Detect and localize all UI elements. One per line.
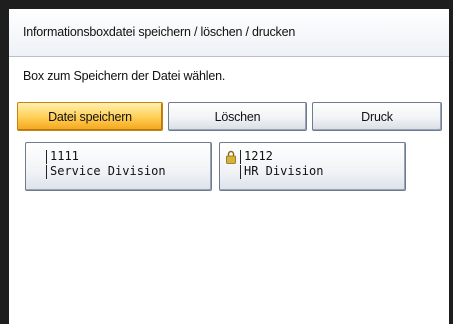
box-number: 1111 (50, 149, 79, 163)
title-bar: Informationsboxdatei speichern / löschen… (9, 9, 449, 57)
box-number: 1212 (244, 149, 273, 163)
box-name: HR Division (244, 164, 324, 178)
box-button-1212[interactable]: 1212 HR Division (219, 142, 406, 191)
tab-label: Datei speichern (48, 109, 132, 124)
divider (240, 149, 241, 164)
divider (240, 164, 241, 179)
box-button-1111[interactable]: 1111 Service Division (25, 142, 212, 191)
page-title: Informationsboxdatei speichern / löschen… (23, 25, 296, 39)
divider (46, 164, 47, 179)
divider (46, 149, 47, 164)
window-frame-left (0, 0, 9, 324)
box-info: 1111 Service Division (46, 149, 166, 179)
window-frame-right (449, 0, 453, 324)
tab-label: Druck (361, 109, 393, 124)
box-name: Service Division (50, 164, 166, 178)
tab-loeschen[interactable]: Löschen (168, 102, 307, 131)
window-frame-top (0, 0, 453, 9)
tab-druck[interactable]: Druck (312, 102, 442, 131)
tab-datei-speichern[interactable]: Datei speichern (17, 102, 163, 131)
lock-icon (226, 150, 236, 164)
box-info: 1212 HR Division (240, 149, 323, 179)
tab-label: Löschen (214, 109, 261, 124)
instruction-text: Box zum Speichern der Datei wählen. (23, 69, 226, 83)
main-panel: Informationsboxdatei speichern / löschen… (9, 9, 449, 324)
